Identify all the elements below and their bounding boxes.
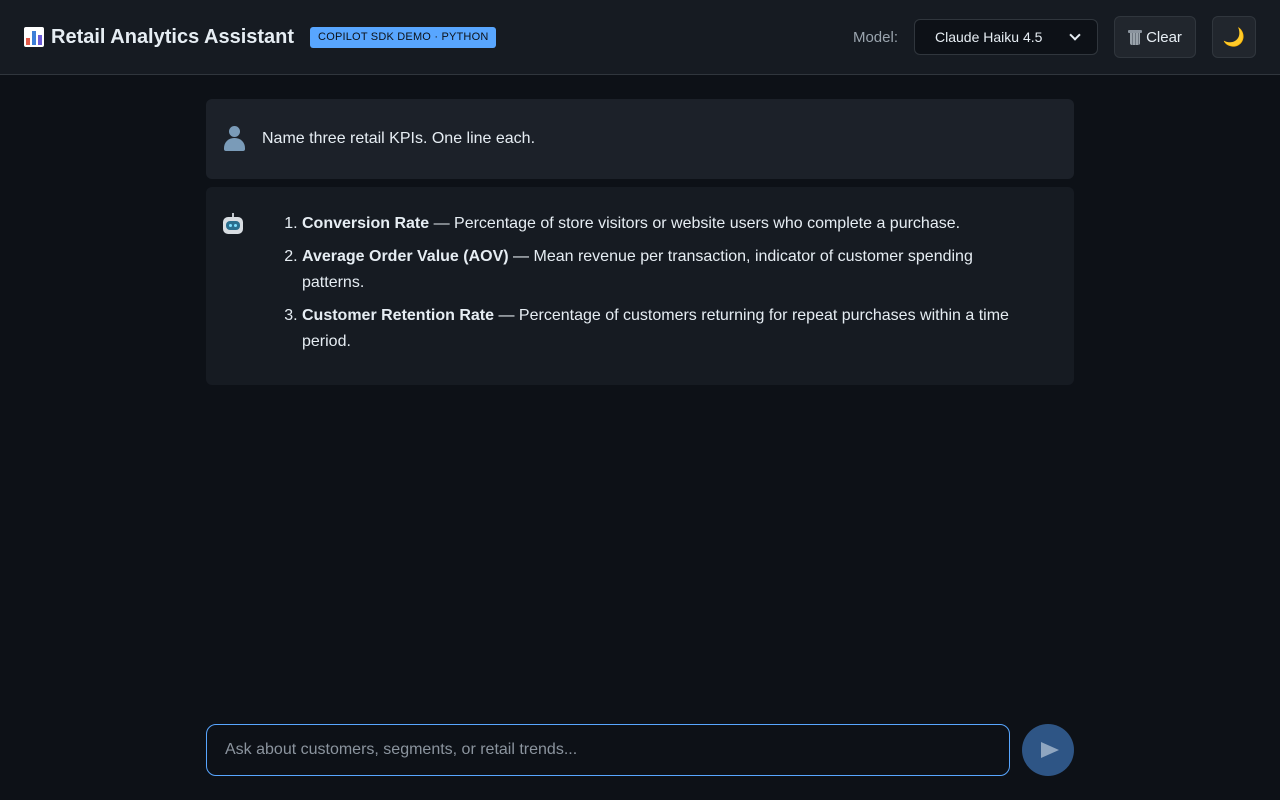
kpi-name: Customer Retention Rate	[302, 307, 495, 324]
model-label: Model:	[852, 28, 898, 46]
user-message-text: Name three retail KPIs. One line each.	[262, 130, 536, 147]
list-item: Average Order Value (AOV) — Mean revenue…	[302, 244, 1058, 296]
model-select-value: Claude Haiku 4.5	[935, 29, 1043, 45]
bar-chart-icon	[24, 27, 44, 47]
trash-icon	[1128, 29, 1143, 45]
message-input[interactable]	[223, 740, 993, 760]
model-select[interactable]: Claude Haiku 4.5	[914, 19, 1098, 55]
app-header: Retail Analytics Assistant COPILOT SDK D…	[0, 0, 1280, 75]
kpi-name: Conversion Rate	[302, 215, 430, 232]
kpi-description: — Percentage of store visitors or websit…	[429, 215, 961, 232]
chevron-down-icon	[1069, 29, 1081, 41]
send-icon	[1040, 742, 1059, 758]
robot-icon	[222, 213, 244, 235]
clear-button-label: Clear	[1146, 28, 1182, 46]
assistant-message: Conversion Rate — Percentage of store vi…	[206, 187, 1074, 385]
demo-badge: COPILOT SDK DEMO · PYTHON	[310, 26, 497, 48]
moon-icon: 🌙	[1222, 26, 1246, 47]
kpi-name: Average Order Value (AOV)	[302, 248, 509, 265]
user-message: Name three retail KPIs. One line each.	[206, 99, 1074, 179]
user-avatar-icon	[222, 126, 246, 152]
send-button[interactable]	[1022, 724, 1074, 776]
app-title: Retail Analytics Assistant	[24, 26, 294, 49]
theme-toggle-button[interactable]: 🌙	[1212, 16, 1256, 58]
list-item: Conversion Rate — Percentage of store vi…	[302, 211, 1058, 237]
message-input-box[interactable]	[206, 724, 1010, 776]
app-title-text: Retail Analytics Assistant	[51, 25, 295, 48]
clear-button[interactable]: Clear	[1114, 16, 1196, 58]
list-item: Customer Retention Rate — Percentage of …	[302, 303, 1058, 355]
kpi-list: Conversion Rate — Percentage of store vi…	[222, 211, 1058, 355]
